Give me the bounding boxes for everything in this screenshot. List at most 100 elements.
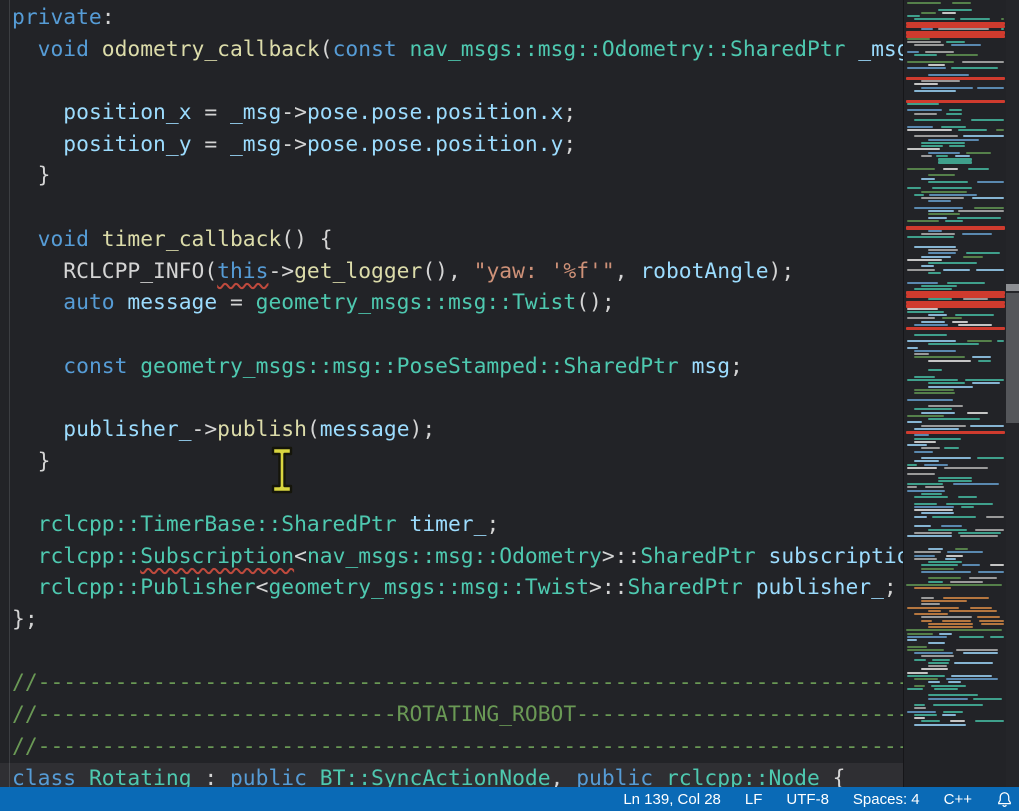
minimap-line (907, 347, 918, 349)
minimap-line (928, 382, 965, 384)
code-line[interactable] (12, 192, 903, 224)
code-line[interactable]: position_y = _msg->pose.pose.position.y; (12, 129, 903, 161)
code-editor[interactable]: private: void odometry_callback(const na… (0, 0, 903, 787)
status-language[interactable]: C++ (944, 791, 972, 808)
minimap-line (946, 113, 962, 115)
minimap-line (914, 717, 925, 719)
minimap-line (907, 311, 944, 313)
code-line[interactable] (12, 65, 903, 97)
minimap-line (928, 314, 947, 316)
minimap-line (967, 340, 992, 342)
code-line[interactable]: rclcpp::TimerBase::SharedPtr timer_; (12, 509, 903, 541)
minimap-line (925, 486, 945, 488)
minimap-line (907, 2, 941, 4)
code-token (12, 354, 63, 379)
minimap-line (965, 379, 1004, 381)
minimap-line (945, 558, 955, 560)
minimap-line (944, 467, 988, 469)
code-line[interactable]: private: (12, 2, 903, 34)
code-token: : (192, 766, 230, 788)
minimap-line (928, 698, 968, 700)
code-line[interactable] (12, 477, 903, 509)
minimap[interactable] (903, 0, 1007, 787)
minimap-line (907, 168, 935, 170)
code-line[interactable]: void timer_callback() { (12, 224, 903, 256)
code-token: ROTATING_ROBOT (397, 702, 577, 727)
code-token: ; (563, 132, 576, 157)
code-line[interactable]: class Rotating : public BT::SyncActionNo… (12, 763, 903, 788)
minimap-line (914, 350, 956, 352)
minimap-line (969, 577, 998, 579)
minimap-line (907, 259, 942, 261)
minimap-line (928, 662, 949, 664)
code-token: rclcpp:: (38, 544, 141, 569)
minimap-line (958, 129, 988, 131)
minimap-line (906, 295, 1005, 298)
minimap-line (928, 360, 971, 362)
minimap-line (973, 698, 1002, 700)
code-line[interactable]: } (12, 446, 903, 478)
minimap-line (914, 659, 926, 661)
mouse-ibeam-cursor (266, 445, 298, 499)
code-line[interactable] (12, 319, 903, 351)
status-line-col[interactable]: Ln 139, Col 28 (623, 791, 721, 808)
code-line[interactable]: //----------------------------ROTATING_R… (12, 699, 903, 731)
minimap-line (966, 152, 991, 154)
minimap-line (928, 610, 941, 612)
code-line[interactable]: }; (12, 604, 903, 636)
minimap-line (962, 564, 980, 566)
minimap-line (997, 340, 1004, 342)
status-eol[interactable]: LF (745, 791, 763, 808)
minimap-scrollbar[interactable] (1006, 0, 1019, 787)
code-line[interactable]: } (12, 160, 903, 192)
code-line[interactable]: //--------------------------------------… (12, 667, 903, 699)
code-line[interactable]: RCLCPP_INFO(this->get_logger(), "yaw: '%… (12, 256, 903, 288)
minimap-line (947, 551, 982, 553)
scrollbar-thumb[interactable] (1006, 293, 1019, 423)
code-token: _msg (230, 132, 281, 157)
code-token: ; (563, 100, 576, 125)
code-token: BT::SyncActionNode (320, 766, 551, 788)
minimap-line (914, 376, 935, 378)
minimap-line (921, 447, 940, 449)
code-line[interactable]: rclcpp::Publisher<geometry_msgs::msg::Tw… (12, 572, 903, 604)
minimap-line (938, 28, 990, 30)
minimap-line (906, 584, 1002, 586)
bell-icon[interactable] (996, 791, 1013, 808)
minimap-line (928, 418, 980, 420)
minimap-line (948, 681, 960, 683)
minimap-line (921, 87, 973, 89)
minimap-line (938, 158, 972, 161)
code-token: auto (63, 290, 127, 315)
code-line[interactable] (12, 636, 903, 668)
code-token: = (192, 100, 230, 125)
code-line[interactable]: //--------------------------------------… (12, 731, 903, 763)
code-line[interactable]: const geometry_msgs::msg::PoseStamped::S… (12, 351, 903, 383)
minimap-line (907, 639, 917, 641)
status-indentation[interactable]: Spaces: 4 (853, 791, 920, 808)
minimap-line (921, 668, 948, 670)
minimap-line (946, 555, 963, 557)
minimap-line (907, 672, 928, 674)
minimap-line (928, 561, 962, 563)
minimap-line (907, 688, 923, 690)
minimap-line (907, 187, 921, 189)
minimap-line (928, 642, 945, 644)
code-line[interactable]: rclcpp::Subscription<nav_msgs::msg::Odom… (12, 541, 903, 573)
minimap-line (955, 548, 968, 550)
minimap-line (914, 18, 955, 20)
minimap-line (990, 636, 1004, 638)
code-line[interactable]: auto message = geometry_msgs::msg::Twist… (12, 287, 903, 319)
code-line[interactable]: void odometry_callback(const nav_msgs::m… (12, 34, 903, 66)
minimap-line (945, 220, 963, 222)
code-line[interactable] (12, 382, 903, 414)
minimap-line (928, 74, 969, 76)
code-token: geometry_msgs::msg::PoseStamped::SharedP… (140, 354, 691, 379)
minimap-line (914, 83, 938, 85)
minimap-line (914, 503, 937, 505)
status-encoding[interactable]: UTF-8 (786, 791, 829, 808)
code-token: = (192, 132, 230, 157)
code-line[interactable]: position_x = _msg->pose.pose.position.x; (12, 97, 903, 129)
code-line[interactable]: publisher_->publish(message); (12, 414, 903, 446)
code-lines: private: void odometry_callback(const na… (12, 2, 903, 787)
